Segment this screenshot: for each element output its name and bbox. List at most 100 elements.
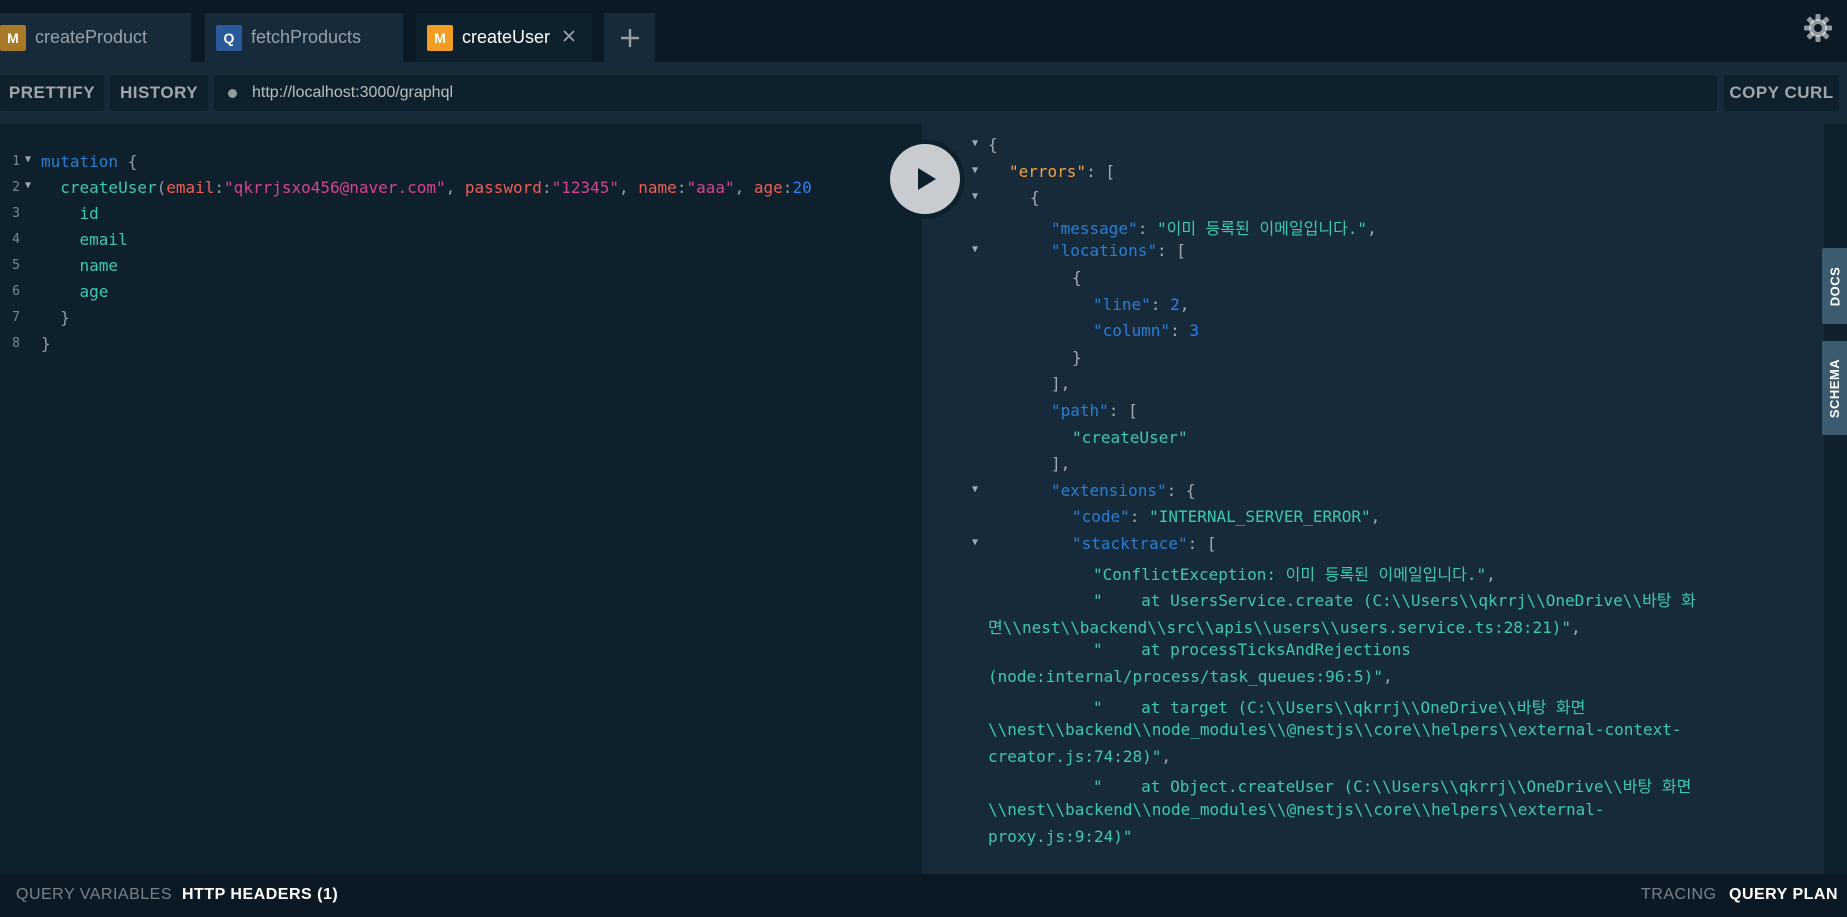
copy-curl-button[interactable]: COPY CURL bbox=[1724, 75, 1839, 111]
tracing-button[interactable]: TRACING bbox=[1641, 886, 1717, 904]
json-key: "stacktrace" bbox=[1072, 534, 1188, 553]
json-key: "message" bbox=[1051, 218, 1138, 238]
fold-arrow-icon[interactable]: ▼ bbox=[972, 191, 978, 202]
json-number: 2 bbox=[1170, 294, 1180, 314]
json-punctuation: , bbox=[1486, 564, 1496, 584]
json-string: " at processTicksAndRejections bbox=[1093, 640, 1411, 660]
fold-arrow-icon[interactable]: ▼ bbox=[25, 180, 31, 191]
json-punctuation: , bbox=[1571, 617, 1581, 637]
json-string: \\nest\\backend\\node_modules\\@nestjs\\… bbox=[988, 800, 1605, 819]
json-string: "ConflictException: 이미 등록된 이메일입니다." bbox=[1093, 564, 1487, 584]
editor-line: 6 age bbox=[0, 280, 108, 306]
json-punctuation: , bbox=[1367, 218, 1377, 238]
json-string: proxy.js:9:24)" bbox=[988, 826, 1133, 846]
play-icon bbox=[918, 168, 936, 190]
result-pane: ▼{▼ "errors": [▼{"message": "이미 등록된 이메일입니… bbox=[922, 124, 1824, 874]
line-number: 8 bbox=[12, 336, 20, 351]
add-tab-button[interactable] bbox=[604, 13, 655, 62]
line-number: 2 bbox=[12, 180, 20, 195]
arg-key: email bbox=[166, 178, 215, 197]
plus-icon bbox=[620, 28, 639, 47]
editor-line: 1 ▼ mutation { bbox=[0, 150, 137, 176]
gear-icon[interactable] bbox=[1802, 12, 1834, 44]
json-punctuation: } bbox=[1072, 347, 1082, 367]
fold-arrow-icon[interactable]: ▼ bbox=[972, 244, 978, 255]
fold-arrow-icon[interactable]: ▼ bbox=[25, 154, 31, 165]
json-punctuation: : bbox=[1129, 507, 1150, 527]
query-editor[interactable]: 1 ▼ mutation { 2 ▼ createUser(email:"qkr… bbox=[0, 124, 922, 874]
json-number: 3 bbox=[1189, 321, 1199, 341]
json-punctuation: : bbox=[1137, 218, 1157, 238]
json-punctuation: : [ bbox=[1086, 161, 1115, 181]
json-punctuation: : bbox=[1150, 294, 1171, 314]
json-string: " at Object.createUser (C:\\Users\\qkrrj… bbox=[1093, 777, 1692, 797]
brace: { bbox=[127, 152, 138, 171]
tab-title: createUser bbox=[462, 27, 551, 47]
json-punctuation: ], bbox=[1051, 454, 1071, 474]
tab-title: createProduct bbox=[35, 27, 148, 47]
json-key: "errors" bbox=[1009, 161, 1087, 181]
arg-value: 20 bbox=[792, 178, 812, 197]
editor-line: 7 } bbox=[0, 306, 70, 332]
history-button[interactable]: HISTORY bbox=[110, 75, 208, 111]
json-string: \\nest\\backend\\node_modules\\@nestjs\\… bbox=[988, 720, 1682, 740]
arg-value: "qkrrjsxo456@naver.com" bbox=[224, 178, 446, 197]
json-punctuation: : { bbox=[1166, 480, 1196, 500]
json-punctuation: : [ bbox=[1187, 534, 1217, 553]
run-query-button[interactable] bbox=[885, 139, 965, 219]
http-headers-button[interactable]: HTTP HEADERS (1) bbox=[182, 886, 338, 904]
tab-createProduct[interactable]: M createProduct bbox=[0, 13, 191, 62]
line-number: 3 bbox=[12, 206, 20, 221]
tab-fetchProducts[interactable]: Q fetchProducts bbox=[205, 13, 403, 62]
json-key: "extensions" bbox=[1051, 480, 1167, 500]
selection-field: age bbox=[79, 282, 109, 301]
tab-title: fetchProducts bbox=[251, 27, 362, 47]
json-punctuation: { bbox=[988, 135, 998, 154]
brace: } bbox=[60, 308, 70, 327]
json-punctuation: , bbox=[1382, 667, 1393, 686]
docs-tab-label: DOCS bbox=[1827, 266, 1842, 306]
fold-arrow-icon[interactable]: ▼ bbox=[972, 537, 978, 548]
mutation-name: createUser bbox=[60, 178, 157, 197]
arg-value: "12345" bbox=[551, 178, 620, 197]
mutation-badge: M bbox=[427, 24, 453, 51]
mutation-badge: M bbox=[0, 24, 26, 51]
fold-arrow-icon[interactable]: ▼ bbox=[972, 138, 978, 149]
prettify-button[interactable]: PRETTIFY bbox=[0, 75, 104, 111]
schema-tab[interactable]: SCHEMA bbox=[1822, 341, 1847, 435]
tab-createUser[interactable]: M createUser bbox=[416, 13, 592, 62]
json-string: " at target (C:\\Users\\qkrrj\\OneDrive\… bbox=[1093, 697, 1586, 717]
line-number: 7 bbox=[12, 310, 20, 325]
endpoint-url-box bbox=[214, 75, 1717, 111]
json-string: "INTERNAL_SERVER_ERROR" bbox=[1149, 507, 1371, 527]
arg-key: age bbox=[753, 178, 783, 197]
query-plan-button[interactable]: QUERY PLAN bbox=[1729, 886, 1838, 904]
query-variables-button[interactable]: QUERY VARIABLES bbox=[16, 886, 172, 904]
json-punctuation: : [ bbox=[1156, 241, 1186, 261]
selection-field: email bbox=[79, 230, 128, 249]
brace: } bbox=[41, 334, 51, 353]
json-punctuation: : [ bbox=[1108, 401, 1138, 420]
toolbar: PRETTIFY HISTORY COPY CURL bbox=[0, 62, 1847, 124]
json-punctuation: , bbox=[1161, 746, 1172, 766]
fold-arrow-icon[interactable]: ▼ bbox=[972, 484, 978, 495]
query-badge: Q bbox=[216, 24, 242, 51]
json-punctuation: , bbox=[1370, 507, 1381, 527]
mutation-keyword: mutation bbox=[41, 152, 119, 171]
json-punctuation: , bbox=[1179, 294, 1190, 314]
json-key: "code" bbox=[1072, 507, 1130, 527]
bottom-bar: QUERY VARIABLES HTTP HEADERS (1) TRACING… bbox=[0, 874, 1847, 917]
editor-line: 3 id bbox=[0, 202, 99, 228]
line-number: 1 bbox=[12, 154, 20, 169]
close-icon[interactable] bbox=[560, 27, 578, 45]
line-number: 4 bbox=[12, 232, 20, 247]
editor-line: 2 ▼ createUser(email:"qkrrjsxo456@naver.… bbox=[0, 176, 812, 202]
json-key: "locations" bbox=[1051, 241, 1157, 261]
docs-tab[interactable]: DOCS bbox=[1822, 248, 1847, 324]
paren: ( bbox=[156, 178, 167, 197]
endpoint-url-input[interactable] bbox=[250, 83, 1694, 103]
fold-arrow-icon[interactable]: ▼ bbox=[972, 165, 978, 176]
line-number: 5 bbox=[12, 258, 20, 273]
json-string: "createUser" bbox=[1072, 427, 1188, 447]
editor-line: 4 email bbox=[0, 228, 128, 254]
